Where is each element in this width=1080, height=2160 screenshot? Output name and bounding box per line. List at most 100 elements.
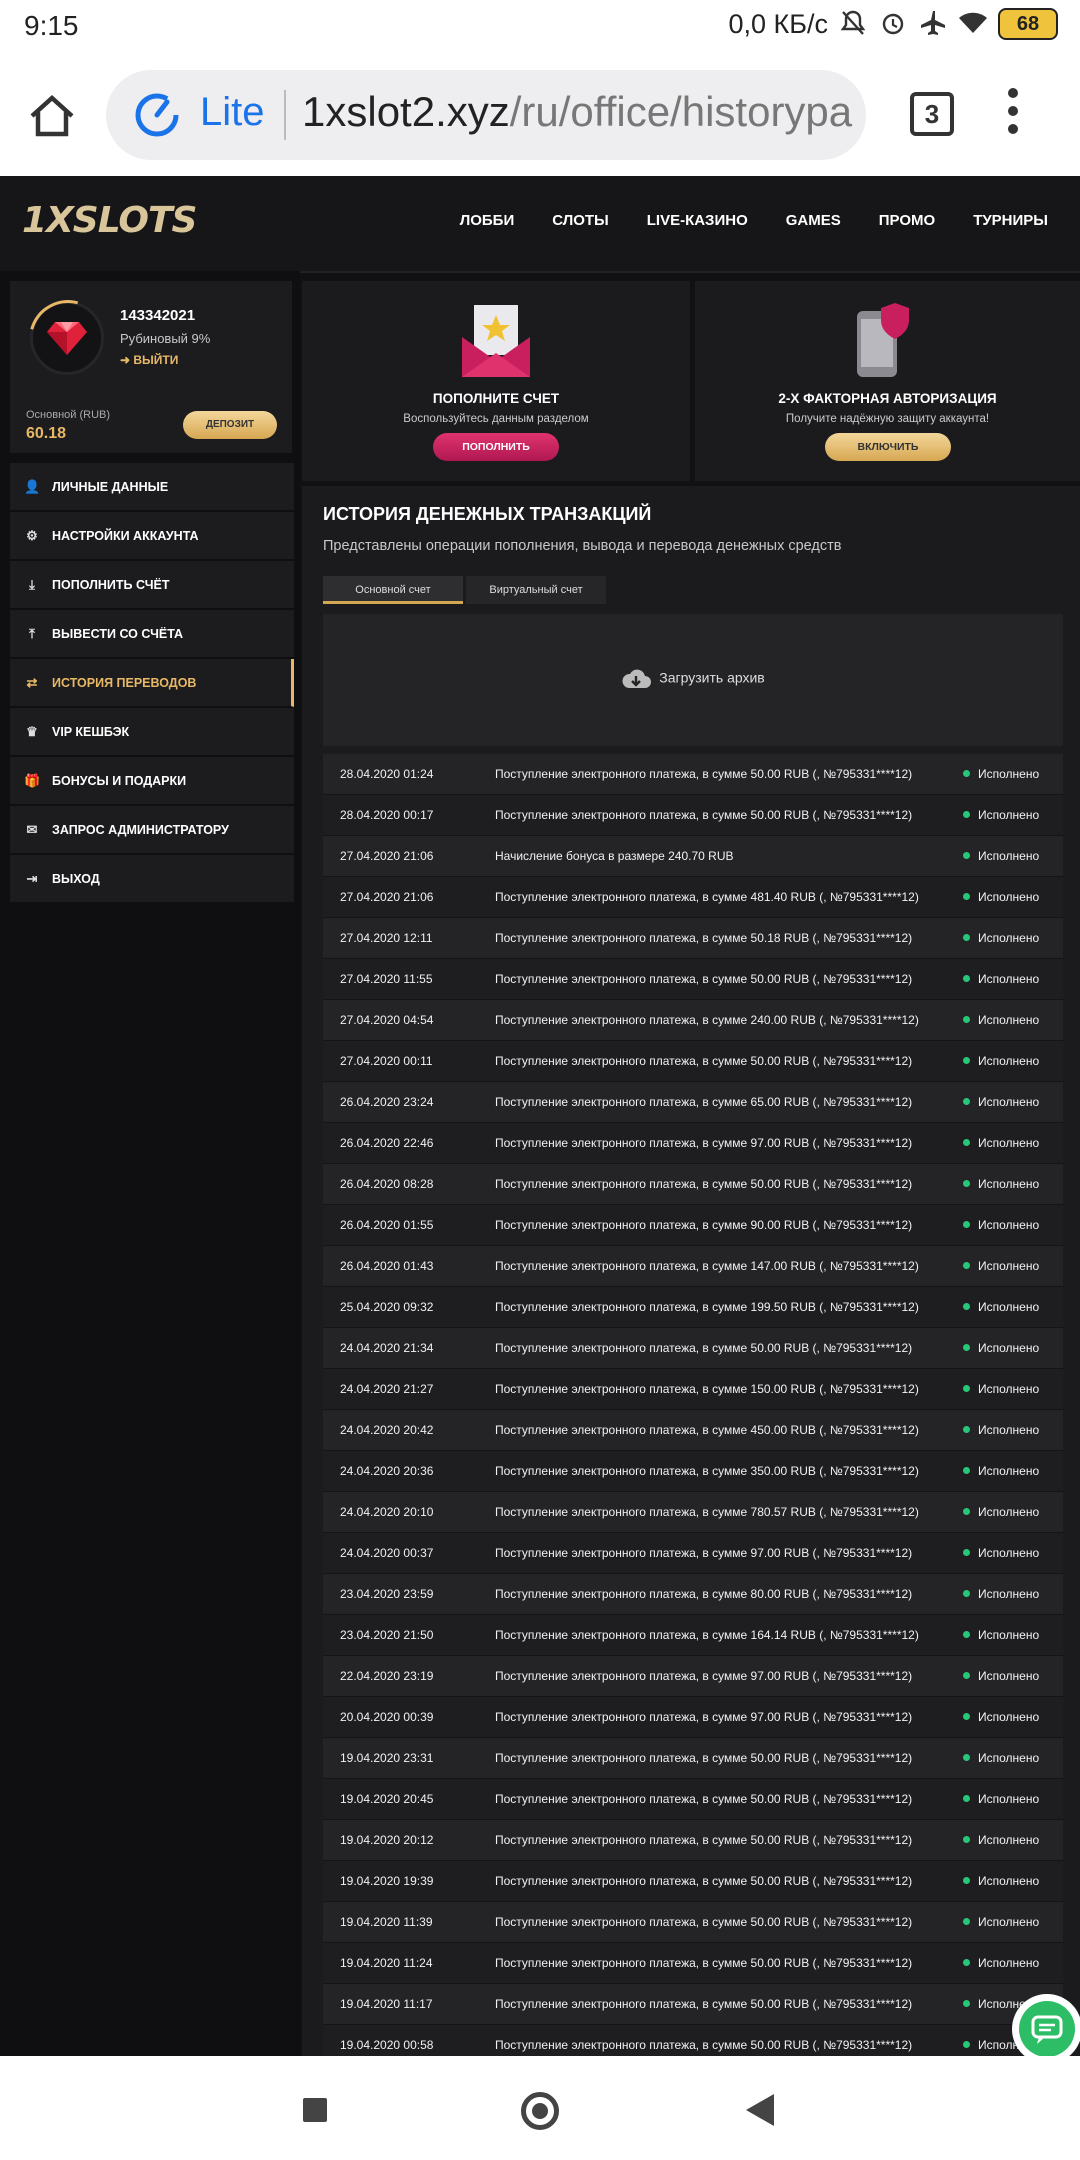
menu-item-account-settings[interactable]: ⚙ НАСТРОЙКИ АККАУНТА [10, 512, 294, 560]
menu-item-bonuses[interactable]: 🎁 БОНУСЫ И ПОДАРКИ [10, 757, 294, 805]
tx-date: 19.04.2020 11:17 [340, 1997, 433, 2011]
tab-virtual-account[interactable]: Виртуальный счет [466, 576, 606, 604]
table-row: 26.04.2020 01:55 Поступление электронного… [323, 1205, 1063, 1246]
archive-download[interactable]: Загрузить архив [323, 668, 1063, 690]
status-dot-icon [963, 1016, 970, 1023]
tx-description: Поступление электронного платежа, в сумм… [495, 1177, 913, 1191]
tab-main-account[interactable]: Основной счет [323, 576, 463, 604]
logout-link[interactable]: ➜ ВЫЙТИ [120, 353, 178, 367]
nav-lobby[interactable]: ЛОББИ [460, 212, 515, 229]
address-bar[interactable]: Lite 1xslot2.xyz/ru/office/historypa [106, 70, 866, 160]
tx-status-label: Исполнено [978, 1464, 1040, 1478]
tx-date: 19.04.2020 00:58 [340, 2038, 434, 2052]
tx-description: Поступление электронного платежа, в сумм… [495, 1259, 919, 1273]
tx-description: Поступление электронного платежа, в сумм… [495, 1054, 913, 1068]
account-sidebar: 143342021 Рубиновый 9% ➜ ВЫЙТИ Основной … [0, 271, 300, 2056]
home-button[interactable] [521, 2092, 559, 2130]
tx-status-label: Исполнено [978, 931, 1040, 945]
menu-item-transfer-history[interactable]: ⇄ ИСТОРИЯ ПЕРЕВОДОВ [10, 659, 294, 707]
tx-status: Исполнено [963, 1587, 1039, 1601]
tx-status: Исполнено [963, 1505, 1039, 1519]
table-row: 26.04.2020 23:24 Поступление электронного… [323, 1082, 1063, 1123]
status-dot-icon [963, 1672, 970, 1679]
nav-tournaments[interactable]: ТУРНИРЫ [973, 212, 1048, 229]
table-row: 24.04.2020 21:27 Поступление электронного… [323, 1369, 1063, 1410]
table-row: 24.04.2020 20:36 Поступление электронного… [323, 1451, 1063, 1492]
tx-date: 23.04.2020 21:50 [340, 1628, 434, 1642]
tx-description: Поступление электронного платежа, в сумм… [495, 1587, 913, 1601]
tx-status: Исполнено [963, 1095, 1039, 1109]
nav-promo[interactable]: ПРОМО [879, 212, 935, 229]
twofa-promo-title: 2-Х ФАКТОРНАЯ АВТОРИЗАЦИЯ [778, 391, 997, 406]
tab-switcher-button[interactable]: 3 [910, 92, 954, 136]
table-row: 27.04.2020 00:11 Поступление электронного… [323, 1041, 1063, 1082]
url-text[interactable]: 1xslot2.xyz/ru/office/historypa [302, 88, 852, 136]
table-row: 28.04.2020 01:24 Поступление электронного… [323, 754, 1063, 795]
tx-description: Поступление электронного платежа, в сумм… [495, 808, 913, 822]
menu-item-personal-data[interactable]: 👤 ЛИЧНЫЕ ДАННЫЕ [10, 463, 294, 511]
menu-item-admin-request[interactable]: ✉ ЗАПРОС АДМИНИСТРАТОРУ [10, 806, 294, 854]
recents-button[interactable] [303, 2098, 327, 2122]
enable-twofa-button[interactable]: ВКЛЮЧИТЬ [825, 433, 951, 461]
status-bar: 9:15 0,0 КБ/с 68 [0, 0, 1080, 54]
topup-button[interactable]: ПОПОЛНИТЬ [433, 433, 559, 461]
status-dot-icon [963, 1549, 970, 1556]
tx-status: Исполнено [963, 972, 1039, 986]
menu-item-label: ЛИЧНЫЕ ДАННЫЕ [52, 479, 169, 494]
browser-menu-icon[interactable] [1008, 88, 1020, 144]
menu-item-vip-cashback[interactable]: ♛ VIP КЕШБЭК [10, 708, 294, 756]
mute-bell-icon [838, 9, 868, 39]
status-dot-icon [963, 1426, 970, 1433]
table-row: 28.04.2020 00:17 Поступление электронного… [323, 795, 1063, 836]
menu-item-label: ЗАПРОС АДМИНИСТРАТОРУ [52, 822, 229, 837]
lite-mode-icon[interactable] [134, 92, 180, 138]
tx-status: Исполнено [963, 1300, 1039, 1314]
table-row: 19.04.2020 20:12 Поступление электронного… [323, 1820, 1063, 1861]
tx-status: Исполнено [963, 1382, 1039, 1396]
status-dot-icon [963, 1467, 970, 1474]
table-row: 19.04.2020 11:24 Поступление электронного… [323, 1943, 1063, 1984]
menu-item-withdraw[interactable]: ⤒ ВЫВЕСТИ СО СЧЁТА [10, 610, 294, 658]
tx-status: Исполнено [963, 1874, 1039, 1888]
tx-description: Поступление электронного платежа, в сумм… [495, 1669, 913, 1683]
status-dot-icon [963, 1262, 970, 1269]
tx-description: Поступление электронного платежа, в сумм… [495, 1997, 913, 2011]
status-dot-icon [963, 1590, 970, 1597]
site-header: 1XSLOTS ЛОББИ СЛОТЫ LIVE-КАЗИНО GAMES ПР… [0, 176, 1080, 273]
tx-date: 27.04.2020 21:06 [340, 849, 434, 863]
nav-live-casino[interactable]: LIVE-КАЗИНО [647, 212, 748, 229]
table-row: 25.04.2020 09:32 Поступление электронного… [323, 1287, 1063, 1328]
back-button[interactable] [746, 2094, 774, 2126]
home-icon[interactable] [24, 88, 80, 144]
deposit-button[interactable]: ДЕПОЗИТ [183, 411, 277, 439]
status-dot-icon [963, 1877, 970, 1884]
table-row: 20.04.2020 00:39 Поступление электронного… [323, 1697, 1063, 1738]
status-dot-icon [963, 1713, 970, 1720]
status-dot-icon [963, 1836, 970, 1843]
archive-download-area[interactable]: Загрузить архив [323, 614, 1063, 746]
nav-games[interactable]: GAMES [786, 212, 841, 229]
table-row: 27.04.2020 12:11 Поступление электронного… [323, 918, 1063, 959]
cloud-download-icon [622, 669, 652, 688]
tx-status: Исполнено [963, 1177, 1039, 1191]
menu-item-exit[interactable]: ⇥ ВЫХОД [10, 855, 294, 903]
chat-button[interactable] [1012, 1994, 1080, 2056]
tx-status-label: Исполнено [978, 1792, 1040, 1806]
tx-status: Исполнено [963, 931, 1039, 945]
site-logo[interactable]: 1XSLOTS [22, 200, 197, 241]
menu-item-deposit[interactable]: ⤓ ПОПОЛНИТЬ СЧЁТ [10, 561, 294, 609]
tx-date: 24.04.2020 00:37 [340, 1546, 434, 1560]
table-row: 26.04.2020 01:43 Поступление электронного… [323, 1246, 1063, 1287]
table-row: 23.04.2020 21:50 Поступление электронного… [323, 1615, 1063, 1656]
table-row: 19.04.2020 20:45 Поступление электронного… [323, 1779, 1063, 1820]
status-dot-icon [963, 1057, 970, 1064]
tx-status: Исполнено [963, 767, 1039, 781]
status-dot-icon [963, 1508, 970, 1515]
tx-date: 24.04.2020 20:42 [340, 1423, 434, 1437]
alarm-icon [878, 9, 908, 39]
download-icon: ⤓ [29, 576, 35, 592]
page-title: ИСТОРИЯ ДЕНЕЖНЫХ ТРАНЗАКЦИЙ [323, 504, 652, 524]
balance-value: 60.18 [26, 425, 67, 442]
tx-date: 22.04.2020 23:19 [340, 1669, 434, 1683]
nav-slots[interactable]: СЛОТЫ [552, 212, 609, 229]
